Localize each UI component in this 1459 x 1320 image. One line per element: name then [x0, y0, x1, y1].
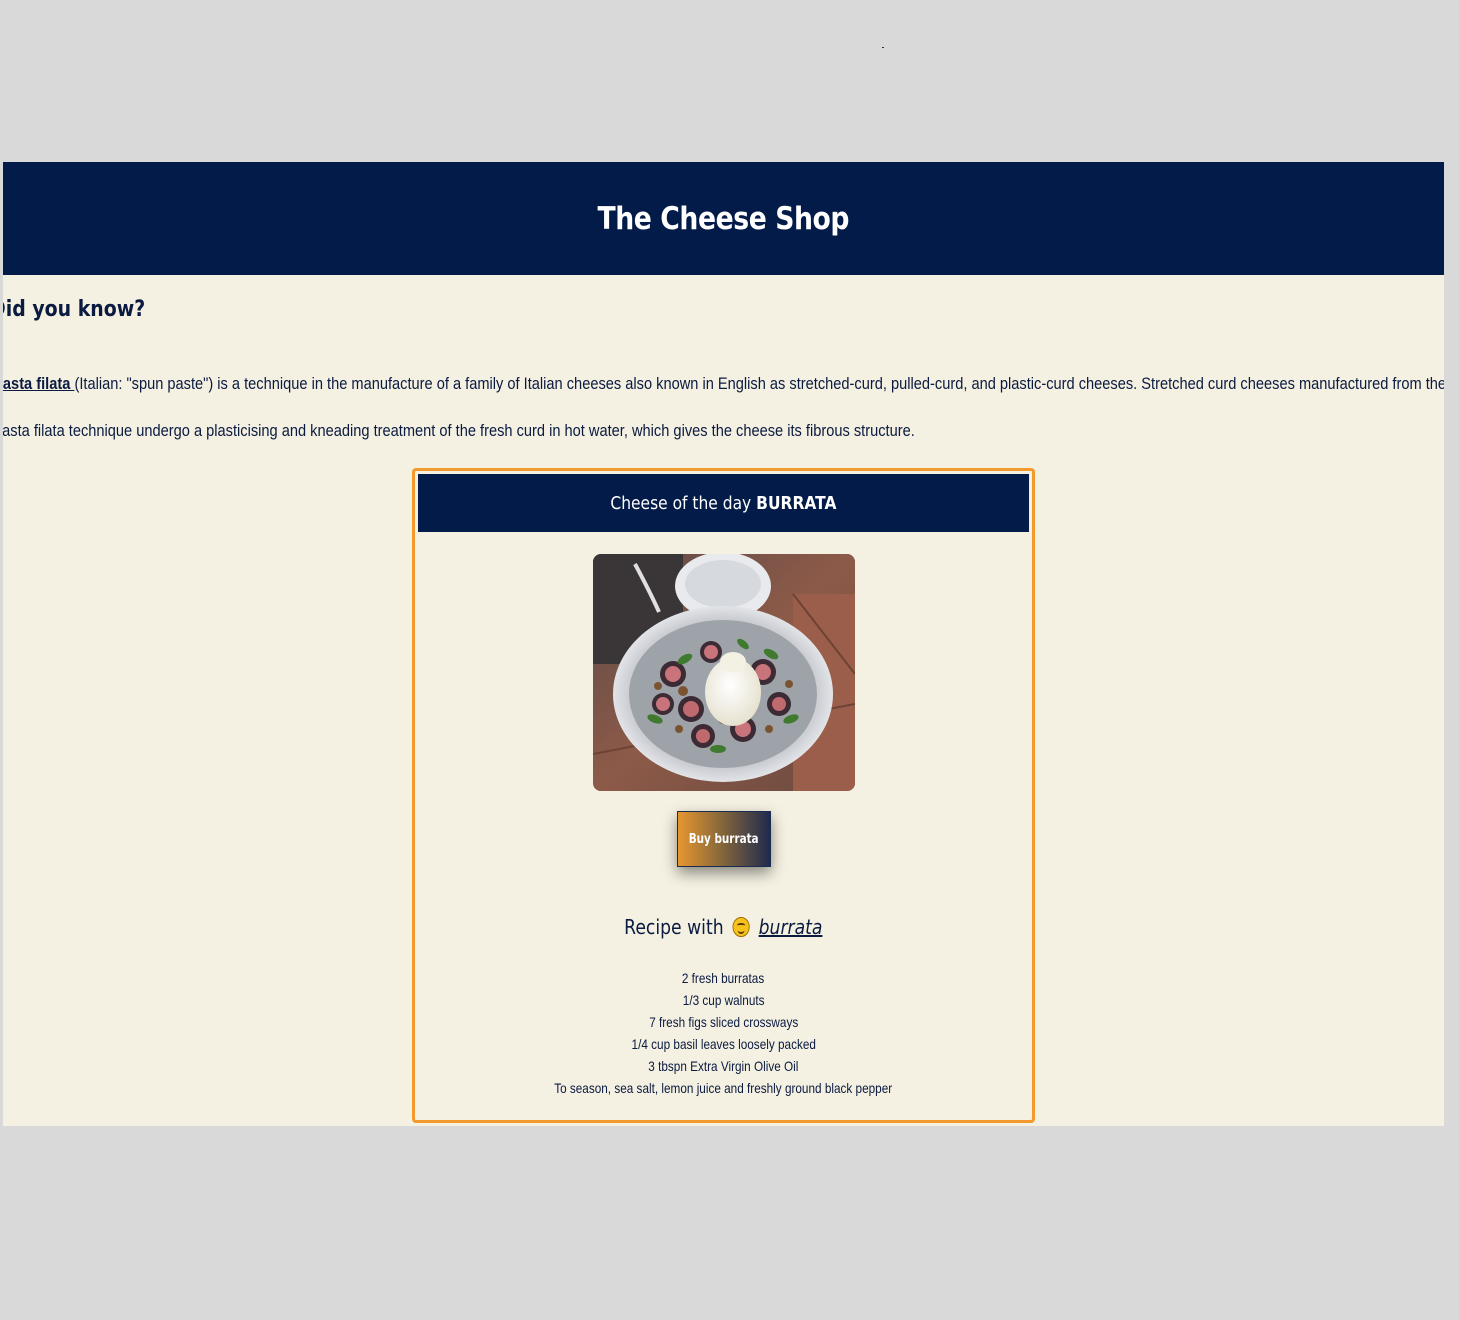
- buy-burrata-label: Buy burrata: [689, 831, 759, 847]
- site-title: The Cheese Shop: [597, 200, 850, 237]
- ingredient-item: 7 fresh figs sliced crossways: [648, 1014, 799, 1030]
- site-header: The Cheese Shop: [3, 162, 1444, 275]
- page-content: The Cheese Shop Did you know? pasta fila…: [3, 162, 1444, 1126]
- cheese-of-the-day-card: Cheese of the day BURRATA Buy burrata Re…: [412, 468, 1035, 1123]
- cheese-name: BURRATA: [756, 492, 837, 514]
- ingredient-item: 3 tbspn Extra Virgin Olive Oil: [648, 1058, 799, 1074]
- ingredients-list: 2 fresh burratas 1/3 cup walnuts 7 fresh…: [415, 967, 1032, 1099]
- ingredient-item: To season, sea salt, lemon juice and fre…: [554, 1080, 893, 1096]
- stray-dot: [882, 47, 884, 48]
- burrata-dish-image: [593, 554, 855, 791]
- pasta-filata-link[interactable]: pasta filata: [3, 374, 74, 393]
- recipe-prefix: Recipe with: [624, 915, 724, 939]
- card-header: Cheese of the day BURRATA: [418, 474, 1029, 532]
- recipe-burrata-link[interactable]: burrata: [759, 915, 823, 939]
- ingredient-item: 2 fresh burratas: [682, 970, 765, 986]
- card-title-prefix: Cheese of the day: [610, 492, 752, 514]
- yum-face-emoji-icon: [732, 917, 750, 937]
- burrata-photo: [593, 554, 855, 791]
- recipe-heading: Recipe with burrata: [415, 915, 1032, 939]
- ingredient-item: 1/4 cup basil leaves loosely packed: [631, 1036, 816, 1052]
- did-you-know-heading: Did you know?: [3, 297, 146, 322]
- ingredient-item: 1/3 cup walnuts: [682, 992, 765, 1008]
- buy-burrata-button[interactable]: Buy burrata: [677, 811, 771, 867]
- fact-body: (Italian: "spun paste") is a technique i…: [3, 374, 1444, 440]
- fact-paragraph: pasta filata (Italian: "spun paste") is …: [3, 360, 1444, 454]
